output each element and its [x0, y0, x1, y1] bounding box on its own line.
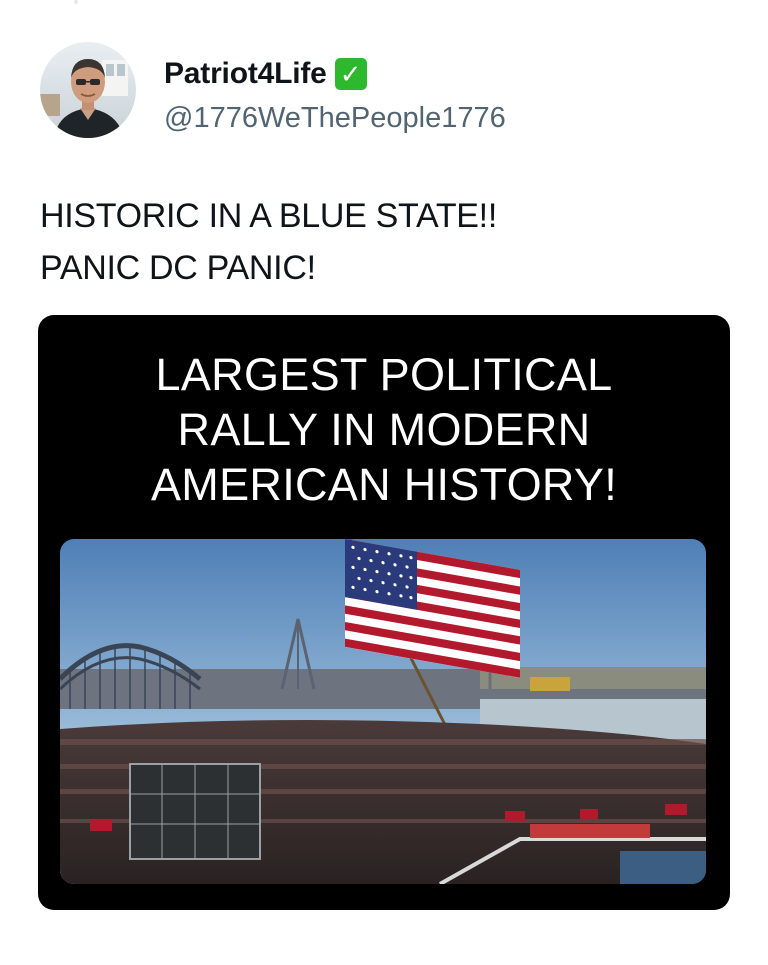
tweet-header: Patriot4Life ✓ @1776WeThePeople1776 [40, 42, 730, 142]
avatar-image [40, 42, 136, 138]
headline-line: AMERICAN HISTORY! [150, 459, 618, 510]
checkmark-icon: ✓ [334, 58, 367, 90]
verified-glyph: ✓ [339, 59, 362, 89]
tweet-media[interactable]: LARGEST POLITICAL RALLY IN MODERN AMERIC… [38, 315, 730, 910]
rally-photo-illustration [60, 539, 706, 884]
tweet-text-line: HISTORIC IN A BLUE STATE!! [40, 197, 497, 235]
display-name-row: Patriot4Life ✓ [164, 56, 506, 92]
tweet-text-line: PANIC DC PANIC! [40, 249, 316, 287]
user-handle[interactable]: @1776WeThePeople1776 [164, 102, 506, 135]
top-indicator-dot [74, 0, 78, 4]
media-headline: LARGEST POLITICAL RALLY IN MODERN AMERIC… [38, 347, 730, 512]
author-names: Patriot4Life ✓ @1776WeThePeople1776 [164, 56, 506, 135]
headline-line: RALLY IN MODERN [177, 404, 591, 455]
tweet-text: HISTORIC IN A BLUE STATE!! PANIC DC PANI… [40, 190, 497, 294]
avatar[interactable] [40, 42, 136, 138]
display-name[interactable]: Patriot4Life [164, 57, 327, 91]
headline-line: LARGEST POLITICAL [155, 349, 613, 400]
rally-photo [60, 539, 706, 884]
